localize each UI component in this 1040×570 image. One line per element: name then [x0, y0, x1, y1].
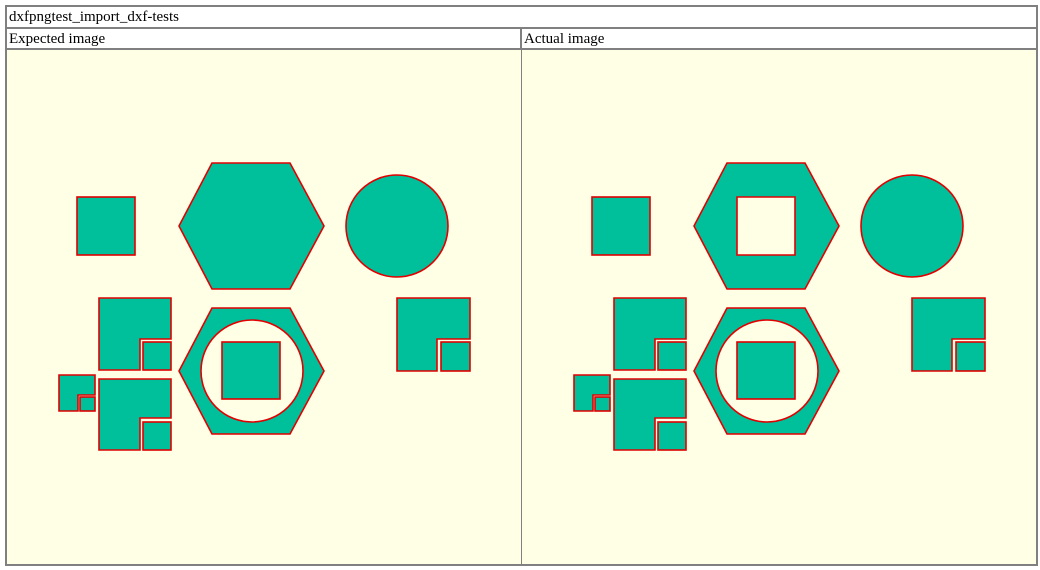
title-row: dxfpngtest_import_dxf-tests — [7, 7, 1036, 29]
test-title: dxfpngtest_import_dxf-tests — [9, 9, 179, 25]
tiny-square-shape — [79, 396, 96, 412]
actual-image-label: Actual image — [524, 31, 605, 47]
tiny-square-shape — [594, 396, 611, 412]
test-result-table: dxfpngtest_import_dxf-tests Expected ima… — [5, 5, 1038, 566]
expected-image — [7, 50, 521, 564]
expected-image-label: Expected image — [9, 31, 106, 47]
expected-image-panel — [7, 50, 522, 564]
inner-square-shape — [221, 341, 281, 400]
small-square-shape — [142, 421, 172, 451]
small-square-shape — [657, 421, 687, 451]
square-shape — [591, 196, 651, 256]
inner-square-shape — [736, 341, 796, 400]
square-shape — [76, 196, 136, 256]
circle-shape — [860, 174, 964, 278]
expected-image-header: Expected image — [7, 29, 522, 50]
actual-image-panel — [522, 50, 1036, 564]
circle-shape — [345, 174, 449, 278]
actual-image-header: Actual image — [522, 29, 1036, 50]
small-square-shape — [955, 341, 986, 372]
small-square-shape — [142, 341, 172, 371]
actual-image — [522, 50, 1036, 564]
small-square-shape — [440, 341, 471, 372]
small-square-shape — [657, 341, 687, 371]
